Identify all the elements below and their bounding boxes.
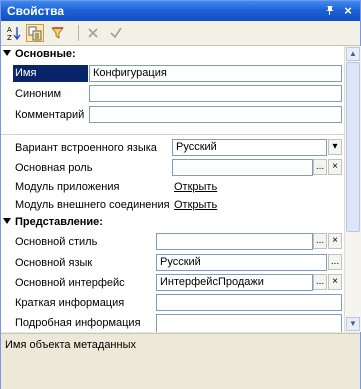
- ellipsis-button[interactable]: ...: [313, 233, 327, 249]
- app-module-open-link[interactable]: Открыть: [174, 181, 217, 193]
- main-interface-label: Основной интерфейс: [15, 277, 125, 289]
- main-language-field[interactable]: Русский: [156, 254, 327, 271]
- name-label[interactable]: Имя: [13, 65, 88, 82]
- ext-conn-module-label: Модуль внешнего соединения: [15, 199, 170, 211]
- ext-conn-module-open-link[interactable]: Открыть: [174, 199, 217, 211]
- synonym-field[interactable]: [89, 85, 342, 102]
- comment-field[interactable]: [89, 106, 342, 123]
- ellipsis-button[interactable]: ...: [328, 254, 342, 270]
- main-role-field[interactable]: [172, 159, 313, 176]
- section-main-title: Основные:: [15, 48, 76, 60]
- main-interface-field[interactable]: ИнтерфейсПродажи: [156, 274, 313, 291]
- main-style-label: Основной стиль: [15, 236, 98, 248]
- filter-icon[interactable]: [49, 24, 67, 42]
- short-info-label: Краткая информация: [15, 297, 125, 309]
- clear-x-icon[interactable]: [84, 24, 102, 42]
- toolbar: A Z: [1, 21, 360, 46]
- divider: [1, 134, 344, 135]
- close-button[interactable]: ×: [341, 4, 355, 18]
- categories-icon[interactable]: [26, 24, 44, 42]
- section-main[interactable]: Основные:: [3, 48, 76, 60]
- title-bar[interactable]: Свойства ×: [1, 1, 360, 21]
- dropdown-button[interactable]: ▾: [328, 139, 342, 155]
- lang-variant-select[interactable]: Русский: [172, 139, 327, 156]
- ellipsis-button[interactable]: ...: [313, 274, 327, 290]
- pin-icon[interactable]: [323, 4, 337, 18]
- section-view-title: Представление:: [15, 216, 103, 228]
- detailed-info-field[interactable]: [156, 314, 342, 332]
- section-view[interactable]: Представление:: [3, 216, 103, 228]
- scroll-up-icon[interactable]: ▲: [346, 47, 360, 61]
- toolbar-separator: [78, 25, 79, 41]
- clear-button[interactable]: ×: [328, 233, 342, 249]
- window-title: Свойства: [7, 4, 65, 18]
- collapse-arrow-icon[interactable]: [3, 50, 11, 56]
- name-field[interactable]: Конфигурация: [89, 65, 342, 82]
- scroll-thumb[interactable]: [346, 62, 360, 232]
- properties-window: Свойства × A Z Основные: Имя Конфигураци…: [0, 0, 361, 389]
- check-icon[interactable]: [107, 24, 125, 42]
- clear-button[interactable]: ×: [328, 274, 342, 290]
- svg-text:Z: Z: [7, 34, 12, 41]
- lang-variant-label: Вариант встроенного языка: [15, 142, 157, 154]
- main-role-label: Основная роль: [15, 162, 93, 174]
- vertical-scrollbar[interactable]: ▲ ▼: [344, 46, 361, 332]
- description-text: Имя объекта метаданных: [5, 339, 136, 351]
- app-module-label: Модуль приложения: [15, 181, 120, 193]
- main-language-label: Основной язык: [15, 257, 93, 269]
- synonym-label: Синоним: [15, 88, 62, 100]
- collapse-arrow-icon[interactable]: [3, 218, 11, 224]
- svg-text:A: A: [7, 26, 12, 34]
- main-style-field[interactable]: [156, 233, 313, 250]
- clear-button[interactable]: ×: [328, 159, 342, 175]
- scroll-down-icon[interactable]: ▼: [346, 317, 360, 331]
- sort-az-icon[interactable]: A Z: [5, 24, 23, 42]
- detailed-info-label: Подробная информация: [15, 317, 141, 329]
- comment-label: Комментарий: [15, 109, 85, 121]
- description-panel: Имя объекта метаданных: [1, 333, 360, 389]
- ellipsis-button[interactable]: ...: [313, 159, 327, 175]
- short-info-field[interactable]: [156, 294, 342, 311]
- properties-grid: Основные: Имя Конфигурация Синоним Комме…: [1, 46, 344, 332]
